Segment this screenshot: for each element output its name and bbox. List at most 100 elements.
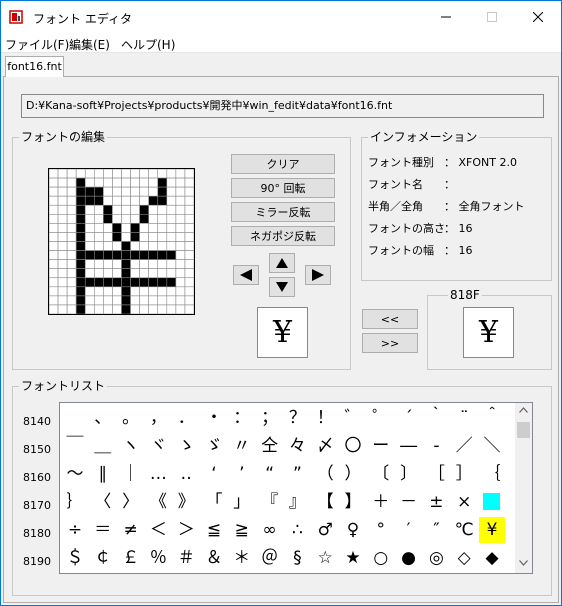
glyph-cell[interactable]: ，	[145, 405, 171, 431]
pixel-cell[interactable]	[148, 204, 159, 215]
pixel-cell[interactable]	[57, 223, 68, 233]
pixel-cell[interactable]	[139, 241, 149, 251]
glyph-cell[interactable]: ゛	[340, 405, 366, 431]
pixel-cell[interactable]	[175, 241, 186, 251]
menu-file[interactable]: ファイル(F)	[5, 36, 69, 53]
pixel-cell[interactable]	[94, 268, 104, 279]
glyph-cell[interactable]: ″	[423, 517, 449, 543]
pixel-cell[interactable]	[148, 195, 159, 206]
pixel-cell[interactable]	[84, 241, 95, 251]
pixel-cell[interactable]	[49, 304, 59, 314]
glyph-cell[interactable]: ＿	[90, 433, 116, 459]
pixel-cell[interactable]	[157, 195, 168, 206]
glyph-cell[interactable]: ＼	[479, 433, 505, 459]
glyph-cell[interactable]: ゜	[368, 405, 394, 431]
pixel-cell[interactable]	[103, 241, 113, 251]
pixel-cell[interactable]	[148, 241, 159, 251]
pixel-cell[interactable]	[148, 186, 159, 197]
pixel-cell[interactable]	[139, 295, 149, 306]
pixel-cell[interactable]	[130, 232, 140, 242]
pixel-cell[interactable]	[84, 286, 95, 297]
glyph-cell[interactable]: 》	[173, 489, 199, 515]
pixel-cell[interactable]	[175, 169, 186, 179]
shift-right-button[interactable]	[305, 265, 331, 285]
pixel-cell[interactable]	[66, 195, 77, 206]
pixel-cell[interactable]	[157, 223, 168, 233]
pixel-cell[interactable]	[148, 250, 159, 260]
pixel-cell[interactable]	[57, 214, 68, 224]
pixel-cell[interactable]	[75, 286, 86, 297]
pixel-cell[interactable]	[84, 214, 95, 224]
glyph-cell[interactable]: （	[312, 461, 338, 487]
glyph-cell[interactable]: ［	[423, 461, 449, 487]
pixel-cell[interactable]	[148, 277, 159, 288]
glyph-cell[interactable]: ＾	[479, 405, 505, 431]
pixel-cell[interactable]	[157, 214, 168, 224]
pixel-cell[interactable]	[75, 304, 86, 314]
glyph-cell[interactable]: ｜	[118, 461, 144, 487]
glyph-cell[interactable]: ´	[396, 405, 422, 431]
pixel-cell[interactable]	[166, 195, 177, 206]
pixel-cell[interactable]	[112, 259, 122, 269]
pixel-cell[interactable]	[184, 204, 194, 215]
pixel-cell[interactable]	[130, 169, 140, 179]
pixel-cell[interactable]	[121, 241, 131, 251]
pixel-cell[interactable]	[130, 195, 140, 206]
pixel-cell[interactable]	[57, 250, 68, 260]
pixel-cell[interactable]	[112, 186, 122, 197]
pixel-cell[interactable]	[112, 268, 122, 279]
pixel-cell[interactable]	[139, 259, 149, 269]
pixel-cell[interactable]	[66, 177, 77, 188]
pixel-cell[interactable]	[84, 259, 95, 269]
pixel-cell[interactable]	[130, 268, 140, 279]
pixel-cell[interactable]	[121, 223, 131, 233]
list-scrollbar[interactable]	[515, 403, 532, 573]
pixel-cell[interactable]	[184, 304, 194, 314]
pixel-cell[interactable]	[112, 223, 122, 233]
pixel-cell[interactable]	[175, 295, 186, 306]
shift-up-button[interactable]	[269, 253, 295, 273]
pixel-cell[interactable]	[57, 286, 68, 297]
pixel-cell[interactable]	[103, 250, 113, 260]
pixel-cell[interactable]	[66, 223, 77, 233]
glyph-cell[interactable]: ￣	[62, 433, 88, 459]
pixel-cell[interactable]	[84, 295, 95, 306]
pixel-cell[interactable]	[157, 286, 168, 297]
shift-down-button[interactable]	[269, 277, 295, 297]
glyph-cell[interactable]: ’	[229, 461, 255, 487]
glyph-cell[interactable]: ？	[284, 405, 310, 431]
pixel-cell[interactable]	[157, 268, 168, 279]
pixel-cell[interactable]	[75, 259, 86, 269]
pixel-cell[interactable]	[121, 195, 131, 206]
glyph-cell[interactable]: ÷	[62, 517, 88, 543]
pixel-cell[interactable]	[66, 277, 77, 288]
glyph-cell[interactable]: ‥	[173, 461, 199, 487]
glyph-cell[interactable]: ¥	[479, 517, 505, 543]
pixel-cell[interactable]	[157, 177, 168, 188]
pixel-cell[interactable]	[130, 177, 140, 188]
pixel-cell[interactable]	[148, 223, 159, 233]
pixel-cell[interactable]	[103, 259, 113, 269]
pixel-cell[interactable]	[49, 277, 59, 288]
glyph-cell[interactable]: ◆	[479, 545, 505, 571]
pixel-cell[interactable]	[75, 169, 86, 179]
pixel-cell[interactable]	[148, 214, 159, 224]
pixel-cell[interactable]	[75, 214, 86, 224]
glyph-cell[interactable]: ≠	[118, 517, 144, 543]
pixel-cell[interactable]	[49, 250, 59, 260]
scroll-down-button[interactable]	[515, 556, 532, 573]
pixel-cell[interactable]	[66, 250, 77, 260]
glyph-cell[interactable]: ゞ	[201, 433, 227, 459]
pixel-cell[interactable]	[175, 277, 186, 288]
pixel-cell[interactable]	[75, 195, 86, 206]
glyph-cell[interactable]: ＠	[257, 545, 283, 571]
pixel-cell[interactable]	[57, 177, 68, 188]
pixel-cell[interactable]	[112, 241, 122, 251]
glyph-cell[interactable]: ‐	[423, 433, 449, 459]
pixel-cell[interactable]	[121, 177, 131, 188]
pixel-cell[interactable]	[49, 268, 59, 279]
pixel-cell[interactable]	[157, 204, 168, 215]
glyph-cell[interactable]: ＊	[229, 545, 255, 571]
pixel-cell[interactable]	[157, 169, 168, 179]
glyph-cell[interactable]: ｀	[423, 405, 449, 431]
